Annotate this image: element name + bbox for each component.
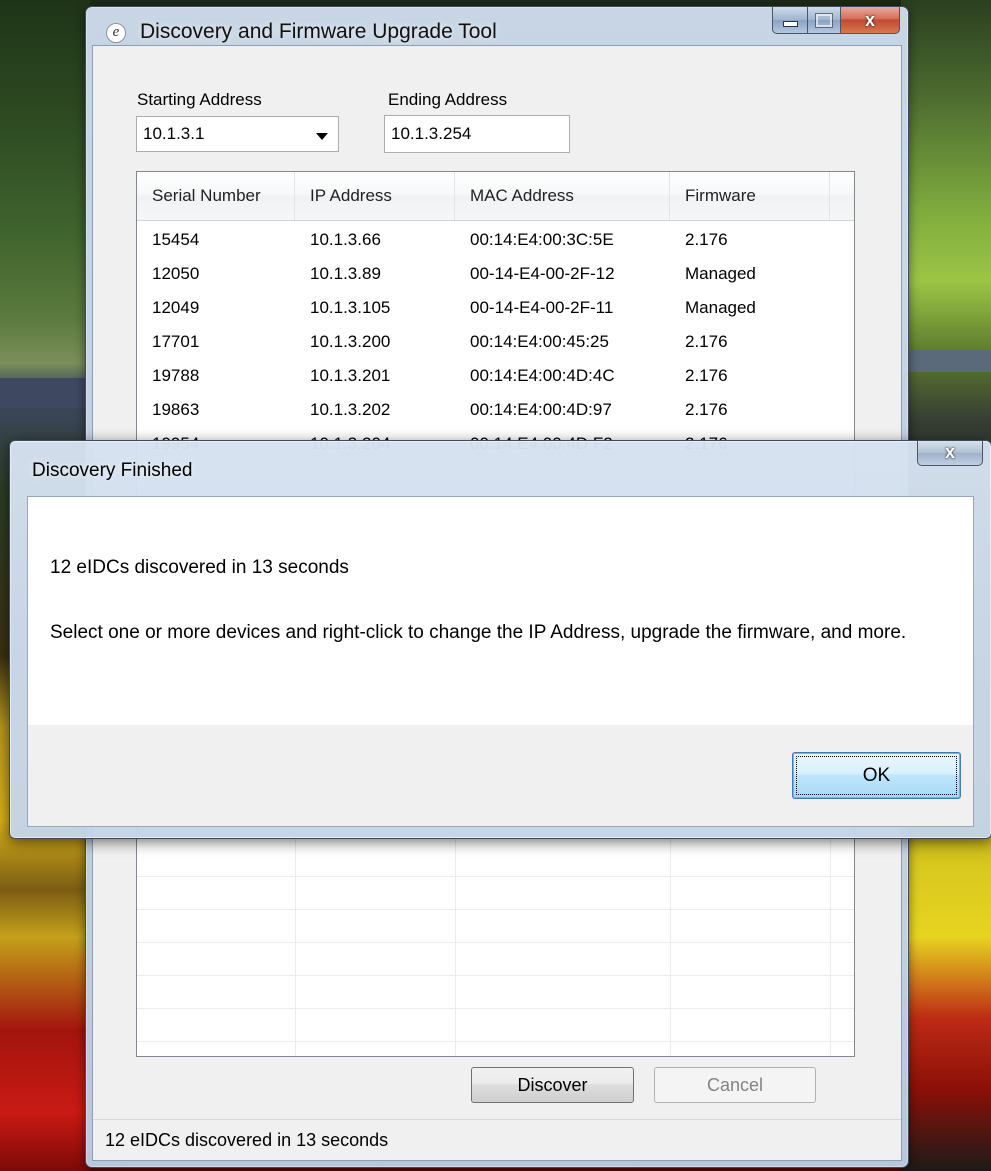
cell-ip: 10.1.3.66 — [310, 230, 381, 249]
status-text: 12 eIDCs discovered in 13 seconds — [105, 1130, 389, 1150]
cell-mac: 00:14:E4:00:3C:5E — [470, 230, 614, 249]
cell-ip: 10.1.3.202 — [310, 400, 391, 419]
cell-firmware: 2.176 — [685, 332, 728, 351]
cell-firmware: 2.176 — [685, 366, 728, 385]
minimize-button[interactable] — [772, 7, 808, 34]
table-row[interactable]: 17701 10.1.3.200 00:14:E4:00:45:25 2.176 — [137, 325, 854, 359]
cell-serial: 19863 — [152, 400, 200, 419]
maximize-button[interactable] — [808, 7, 841, 34]
empty-row — [137, 844, 854, 877]
cell-firmware: 2.176 — [685, 230, 728, 249]
dialog-footer: OK — [28, 725, 973, 826]
empty-row — [137, 910, 854, 943]
wallpaper-detail — [0, 378, 90, 408]
cancel-button[interactable]: Cancel — [654, 1067, 816, 1103]
dialog-title: Discovery Finished — [32, 460, 193, 481]
dialog-close-button[interactable]: x — [917, 441, 983, 466]
cell-mac: 00-14-E4-00-2F-11 — [470, 298, 614, 317]
dialog-body: 12 eIDCs discovered in 13 seconds Select… — [27, 496, 974, 827]
cell-mac: 00:14:E4:00:4D:97 — [470, 400, 612, 419]
cell-ip: 10.1.3.105 — [310, 298, 391, 317]
cell-ip: 10.1.3.201 — [310, 366, 391, 385]
cell-firmware: Managed — [685, 264, 756, 283]
close-icon: x — [944, 442, 955, 462]
column-header-mac[interactable]: MAC Address — [455, 172, 670, 220]
device-list-header: Serial Number IP Address MAC Address Fir… — [137, 172, 854, 221]
cell-serial: 17701 — [152, 332, 200, 351]
chevron-down-icon[interactable] — [316, 133, 328, 140]
starting-address-combo[interactable]: 10.1.3.1 — [136, 116, 339, 152]
table-row[interactable]: 12050 10.1.3.89 00-14-E4-00-2F-12 Manage… — [137, 257, 854, 291]
cell-serial: 12050 — [152, 264, 200, 283]
cell-serial: 19788 — [152, 366, 200, 385]
caption-buttons: x — [772, 7, 900, 37]
ok-button[interactable]: OK — [792, 752, 961, 799]
cell-mac: 00:14:E4:00:45:25 — [470, 332, 609, 351]
minimize-icon — [782, 21, 798, 27]
ending-address-input[interactable]: 10.1.3.254 — [384, 115, 570, 153]
empty-row — [137, 1009, 854, 1042]
app-icon: e — [106, 23, 126, 43]
column-header-serial[interactable]: Serial Number — [137, 172, 295, 220]
cell-firmware: Managed — [685, 298, 756, 317]
starting-address-label: Starting Address — [137, 90, 262, 109]
cell-firmware: 2.176 — [685, 400, 728, 419]
cell-mac: 00:14:E4:00:4D:4C — [470, 366, 615, 385]
column-header-ip[interactable]: IP Address — [295, 172, 455, 220]
cell-ip: 10.1.3.89 — [310, 264, 381, 283]
cell-mac: 00-14-E4-00-2F-12 — [470, 264, 615, 283]
discover-button[interactable]: Discover — [471, 1067, 634, 1103]
maximize-icon — [815, 12, 833, 28]
ending-address-value: 10.1.3.254 — [391, 124, 472, 143]
discovery-finished-dialog: Discovery Finished x 12 eIDCs discovered… — [9, 440, 991, 839]
column-header-firmware[interactable]: Firmware — [670, 172, 830, 220]
dialog-message-summary: 12 eIDCs discovered in 13 seconds — [50, 557, 349, 578]
dialog-message-hint: Select one or more devices and right-cli… — [50, 622, 907, 643]
empty-row — [137, 976, 854, 1009]
window-title: Discovery and Firmware Upgrade Tool — [140, 20, 497, 43]
status-bar: 12 eIDCs discovered in 13 seconds — [93, 1119, 901, 1160]
close-icon: x — [864, 9, 875, 30]
cell-ip: 10.1.3.200 — [310, 332, 391, 351]
cell-serial: 15454 — [152, 230, 200, 249]
empty-row — [137, 943, 854, 976]
table-row[interactable]: 12049 10.1.3.105 00-14-E4-00-2F-11 Manag… — [137, 291, 854, 325]
wallpaper-detail — [901, 350, 991, 372]
ending-address-label: Ending Address — [388, 90, 508, 109]
table-row[interactable]: 19863 10.1.3.202 00:14:E4:00:4D:97 2.176 — [137, 393, 854, 427]
starting-address-value: 10.1.3.1 — [143, 124, 205, 143]
cell-serial: 12049 — [152, 298, 200, 317]
empty-row — [137, 877, 854, 910]
table-row[interactable]: 19788 10.1.3.201 00:14:E4:00:4D:4C 2.176 — [137, 359, 854, 393]
focus-rectangle — [796, 756, 957, 795]
table-row[interactable]: 15454 10.1.3.66 00:14:E4:00:3C:5E 2.176 — [137, 223, 854, 257]
close-button[interactable]: x — [841, 7, 900, 34]
